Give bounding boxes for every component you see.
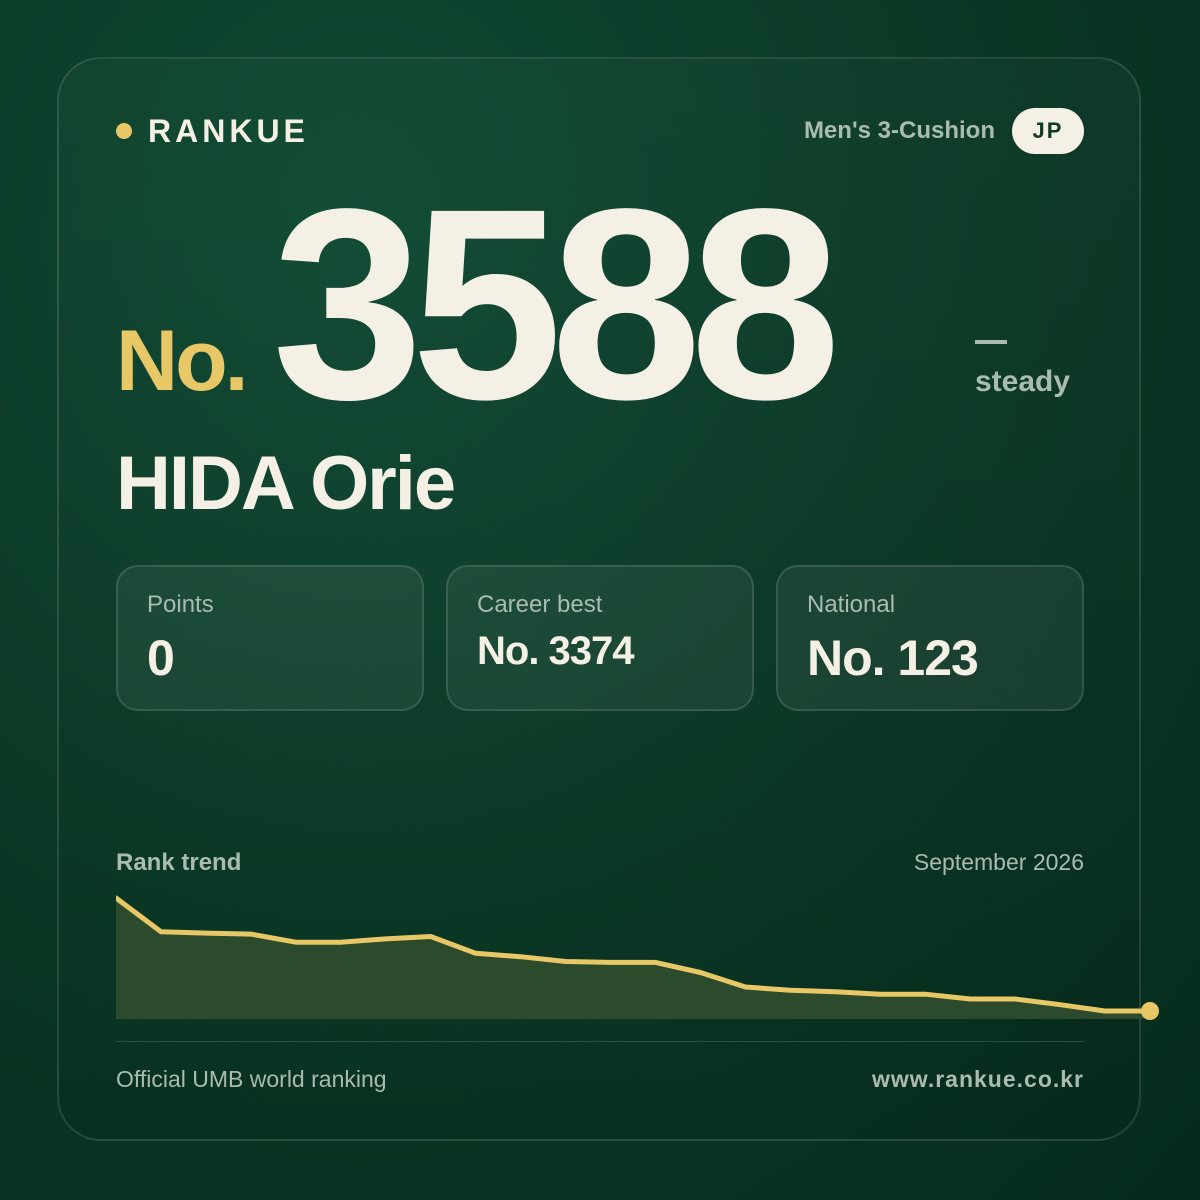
stat-value: 0 (147, 630, 175, 686)
rank-prefix: No. (116, 313, 249, 409)
stat-label: Career best (477, 591, 603, 618)
footer-divider (116, 1041, 1084, 1042)
trend-date: September 2026 (913, 849, 1084, 875)
brand-dot-icon (116, 123, 132, 139)
stat-value: No. 123 (807, 630, 979, 686)
steady-dash-icon (975, 340, 1007, 344)
trend-current-point (1141, 1002, 1159, 1020)
brand-name: RANKUE (148, 112, 309, 149)
footer-url-link[interactable]: www.rankue.co.kr (872, 1066, 1084, 1093)
player-name: HIDA Orie (116, 441, 456, 526)
stat-label: National (807, 591, 896, 618)
category-label: Men's 3-Cushion (803, 117, 995, 144)
rank-trend-chart (116, 895, 1159, 1020)
stat-card-career-best: Career best No. 3374 (446, 565, 754, 711)
stat-card-national: National No. 123 (776, 565, 1084, 711)
country-badge: JP (1012, 108, 1084, 154)
rank-trend-label: steady (975, 365, 1071, 398)
stat-label: Points (147, 591, 214, 618)
rank-number: 3588 (272, 152, 841, 456)
footer-source: Official UMB world ranking (116, 1066, 387, 1092)
brand-logo: RANKUE (116, 112, 309, 150)
trend-title: Rank trend (116, 849, 242, 876)
stat-value: No. 3374 (477, 629, 635, 673)
stat-card-points: Points 0 (116, 565, 424, 711)
